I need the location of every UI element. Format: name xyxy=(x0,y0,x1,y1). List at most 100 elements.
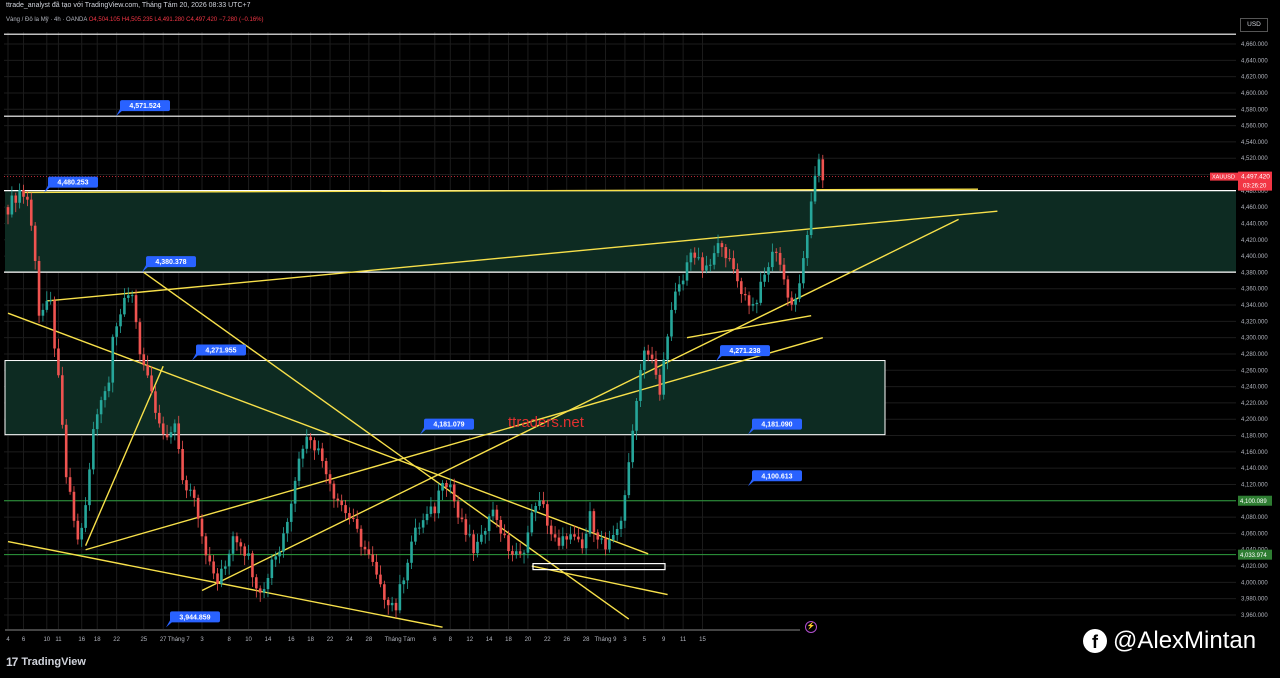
x-tick-label: 26 xyxy=(563,637,570,643)
price-axis[interactable]: 4,660.000 4,640.000 4,620.000 4,600.000 4,58… xyxy=(1210,30,1280,632)
tradingview-logo[interactable]: 17 TradingView xyxy=(6,655,86,669)
candle-body xyxy=(611,534,615,540)
y-tick-label: 4,540.000 xyxy=(1241,140,1268,146)
candle-body xyxy=(301,448,305,459)
current-price-text: 4,497.420 xyxy=(1241,174,1270,181)
x-tick-label: 22 xyxy=(544,637,551,643)
level-badge-text: 4,033.974 xyxy=(1240,553,1267,559)
candle-body xyxy=(262,589,266,593)
candle-body xyxy=(705,265,708,271)
time-range-bar xyxy=(5,629,800,631)
candle-body xyxy=(821,159,825,181)
candle-body xyxy=(99,400,103,415)
candle-body xyxy=(619,520,623,530)
candle-body xyxy=(487,516,491,532)
x-tick-label: 18 xyxy=(505,637,512,643)
tradingview-logo-icon: 17 xyxy=(6,655,18,669)
y-tick-label: 4,020.000 xyxy=(1241,564,1268,570)
candle-body xyxy=(394,602,398,611)
candle-body xyxy=(592,511,596,533)
candle-body xyxy=(76,520,80,540)
candle-body xyxy=(216,573,219,584)
candle-body xyxy=(173,423,177,433)
candle-body xyxy=(437,490,440,514)
candle-body xyxy=(580,539,584,549)
candle-body xyxy=(805,234,809,259)
candle-body xyxy=(650,354,654,359)
y-tick-label: 4,620.000 xyxy=(1241,75,1268,81)
candle-body xyxy=(751,304,755,306)
price-label-text: 3,944.859 xyxy=(179,614,210,621)
x-tick-label: 18 xyxy=(307,637,314,643)
currency-button[interactable]: USD xyxy=(1240,18,1268,32)
x-tick-label: 16 xyxy=(78,637,85,643)
x-tick-label: 11 xyxy=(680,637,687,643)
y-tick-label: 4,520.000 xyxy=(1241,156,1268,162)
candle-body xyxy=(553,534,557,538)
candle-body xyxy=(111,336,115,383)
candle-body xyxy=(355,518,359,529)
candle-body xyxy=(192,489,196,498)
candle-body xyxy=(421,520,425,528)
price-label-text: 4,380.378 xyxy=(155,259,186,266)
candle-body xyxy=(693,252,697,258)
candle-body xyxy=(480,534,483,542)
candle-body xyxy=(449,484,452,488)
candle-body xyxy=(782,264,786,280)
candle-body xyxy=(410,541,413,563)
x-tick-label: Tháng 7 xyxy=(168,637,191,643)
candle-body xyxy=(538,500,541,507)
zones xyxy=(4,190,1236,436)
candle-body xyxy=(177,423,181,449)
candle-body xyxy=(712,253,716,265)
candle-body xyxy=(130,295,134,297)
symbol-badge-text: XAUUSD xyxy=(1212,175,1235,181)
candle-body xyxy=(662,359,666,395)
candle-body xyxy=(790,297,794,305)
candle-body xyxy=(313,440,316,451)
symbol-line[interactable]: Vàng / Đô la Mỹ · 4h · OANDA O4,504.105 … xyxy=(6,17,264,23)
price-chart[interactable]: 4,571.524 4,480.253 4,380.378 4,271.955 4,18… xyxy=(0,0,1280,678)
y-tick-label: 4,160.000 xyxy=(1241,450,1268,456)
price-label-text: 4,271.238 xyxy=(729,348,760,355)
candle-body xyxy=(243,546,246,556)
candle-body xyxy=(736,269,739,282)
lightning-icon[interactable]: ⚡ xyxy=(805,621,817,633)
social-handle: f @AlexMintan xyxy=(1083,627,1256,655)
candle-body xyxy=(367,549,371,555)
candle-body xyxy=(142,354,146,366)
candle-body xyxy=(379,574,382,585)
candle-body xyxy=(185,480,188,491)
candle-body xyxy=(26,196,29,200)
price-label-text: 4,181.079 xyxy=(433,422,464,429)
y-tick-label: 4,640.000 xyxy=(1241,58,1268,64)
candle-body xyxy=(747,295,751,306)
chart-caption: ttrade_analyst đã tạo với TradingView.co… xyxy=(6,2,251,9)
candle-body xyxy=(491,509,495,517)
candle-body xyxy=(123,297,126,315)
candle-body xyxy=(507,535,510,552)
candle-body xyxy=(138,322,142,355)
y-tick-label: 4,580.000 xyxy=(1241,107,1268,113)
candle-body xyxy=(61,375,64,425)
brand-name: TradingView xyxy=(21,656,86,668)
candle-body xyxy=(181,448,184,481)
y-tick-label: 4,120.000 xyxy=(1241,482,1268,488)
candle-body xyxy=(476,541,479,554)
y-tick-label: 4,220.000 xyxy=(1241,401,1268,407)
candle-body xyxy=(344,505,347,514)
x-tick-label: 22 xyxy=(327,637,334,643)
candle-body xyxy=(320,448,324,462)
x-tick-label: 10 xyxy=(245,637,252,643)
y-tick-label: 4,240.000 xyxy=(1241,385,1268,391)
candle-body xyxy=(146,365,149,376)
candle-body xyxy=(728,258,731,260)
y-tick-label: 4,080.000 xyxy=(1241,515,1268,521)
candle-body xyxy=(200,518,204,537)
candle-body xyxy=(92,429,95,470)
x-tick-label: 24 xyxy=(346,637,353,643)
candle-body xyxy=(445,482,448,488)
candle-body xyxy=(732,258,735,270)
x-tick-label: 16 xyxy=(288,637,295,643)
candle-body xyxy=(588,511,592,534)
